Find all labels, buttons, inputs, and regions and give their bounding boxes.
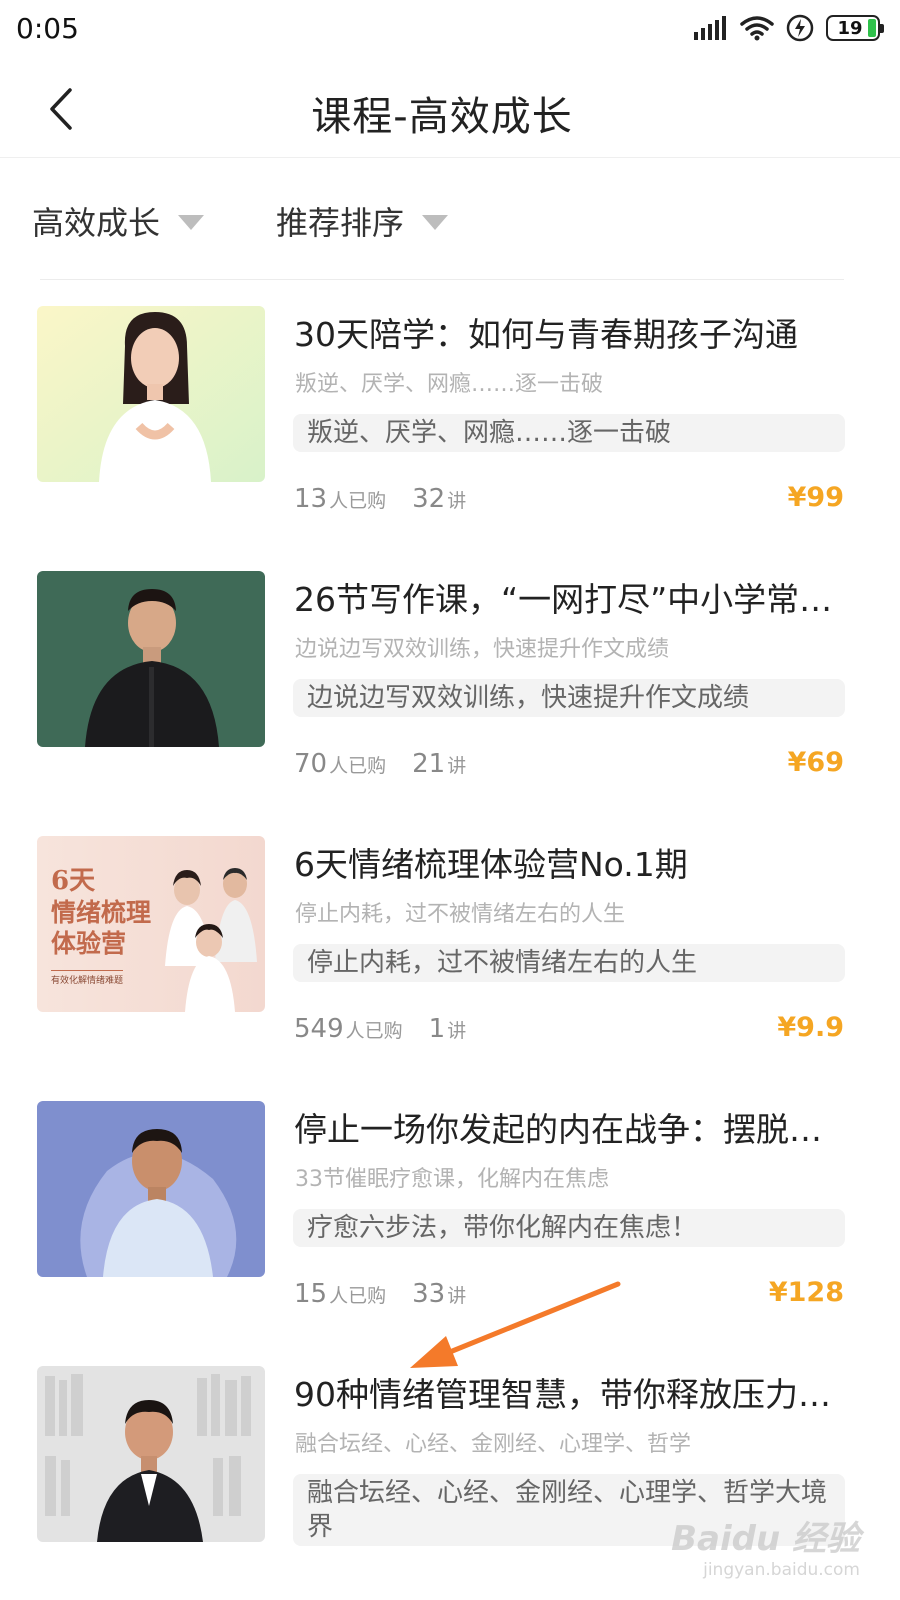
course-thumbnail bbox=[37, 571, 265, 747]
buyers-count: 13 bbox=[294, 484, 328, 514]
dropdown-triangle-icon bbox=[178, 214, 205, 230]
course-subtitle: 33节催眠疗愈课，化解内在焦虑 bbox=[295, 1167, 609, 1192]
divider bbox=[40, 279, 844, 280]
course-card[interactable]: 30天陪学：如何与青春期孩子沟通 叛逆、厌学、网瘾……逐一击破 叛逆、厌学、网瘾… bbox=[0, 304, 900, 544]
lessons-count: 32 bbox=[412, 484, 446, 514]
buyers-label: 人已购 bbox=[345, 1020, 403, 1042]
lessons-count: 21 bbox=[412, 749, 446, 779]
lessons-label: 讲 bbox=[447, 755, 467, 777]
watermark: Baidu 经验 jingyan.baidu.com bbox=[671, 1511, 860, 1580]
course-thumbnail bbox=[37, 1101, 265, 1277]
battery-level: 19 bbox=[837, 17, 863, 39]
course-title: 6天情绪梳理体验营No.1期 bbox=[294, 845, 688, 884]
buyers-label: 人已购 bbox=[329, 755, 387, 777]
page-title: 课程-高效成长 bbox=[311, 94, 573, 140]
course-title: 30天陪学：如何与青春期孩子沟通 bbox=[294, 315, 798, 354]
status-bar: 0:05 19 bbox=[0, 0, 900, 62]
wifi-icon bbox=[740, 16, 774, 41]
charging-icon bbox=[786, 14, 814, 42]
course-title: 26节写作课，“一网打尽”中小学常… bbox=[294, 580, 833, 619]
filter-bar: 高效成长 推荐排序 bbox=[0, 160, 900, 280]
course-card[interactable]: 26节写作课，“一网打尽”中小学常… 边说边写双效训练，快速提升作文成绩 边说边… bbox=[0, 569, 900, 809]
course-tag: 边说边写双效训练，快速提升作文成绩 bbox=[293, 679, 845, 717]
annotation-arrow-icon bbox=[410, 1281, 621, 1368]
buyers-count: 15 bbox=[294, 1279, 328, 1309]
course-tag: 停止内耗，过不被情绪左右的人生 bbox=[293, 944, 845, 982]
lessons-count: 1 bbox=[428, 1014, 446, 1044]
course-meta: 70 人已购 21 讲 bbox=[294, 749, 466, 779]
course-price: ¥128 bbox=[768, 1277, 844, 1308]
course-tag: 疗愈六步法，带你化解内在焦虑！ bbox=[293, 1209, 845, 1247]
course-tag: 叛逆、厌学、网瘾……逐一击破 bbox=[293, 414, 845, 452]
status-icons: 19 bbox=[694, 14, 884, 42]
buyers-label: 人已购 bbox=[329, 1285, 387, 1307]
nav-bar: 课程-高效成长 bbox=[0, 62, 900, 158]
buyers-label: 人已购 bbox=[329, 490, 387, 512]
course-subtitle: 停止内耗，过不被情绪左右的人生 bbox=[295, 902, 626, 927]
watermark-url: jingyan.baidu.com bbox=[703, 1560, 860, 1580]
poster-caption: 有效化解情绪难题 bbox=[51, 970, 124, 986]
sort-filter-label: 推荐排序 bbox=[276, 204, 405, 242]
buyers-count: 70 bbox=[294, 749, 328, 779]
buyers-count: 549 bbox=[294, 1014, 344, 1044]
course-thumbnail bbox=[37, 306, 265, 482]
course-subtitle: 融合坛经、心经、金刚经、心理学、哲学 bbox=[295, 1432, 692, 1457]
course-thumbnail bbox=[37, 1366, 265, 1542]
lessons-label: 讲 bbox=[447, 490, 467, 512]
course-subtitle: 边说边写双效训练，快速提升作文成绩 bbox=[295, 637, 670, 662]
watermark-brand: Baidu 经验 bbox=[671, 1519, 860, 1559]
course-meta: 549 人已购 1 讲 bbox=[294, 1014, 466, 1044]
course-meta: 13 人已购 32 讲 bbox=[294, 484, 466, 514]
course-thumbnail: 6天 情绪梳理 体验营 有效化解情绪难题 bbox=[37, 836, 265, 1012]
course-price: ¥69 bbox=[787, 747, 844, 778]
course-price: ¥99 bbox=[787, 482, 844, 513]
course-subtitle: 叛逆、厌学、网瘾……逐一击破 bbox=[295, 372, 604, 397]
category-filter[interactable]: 高效成长 bbox=[32, 198, 205, 244]
poster-text: 6天 情绪梳理 体验营 bbox=[51, 866, 152, 958]
lessons-label: 讲 bbox=[447, 1020, 467, 1042]
course-title: 停止一场你发起的内在战争：摆脱… bbox=[294, 1110, 822, 1149]
dropdown-triangle-icon bbox=[422, 214, 449, 230]
course-card[interactable]: 6天 情绪梳理 体验营 有效化解情绪难题 6天情绪梳理体验营No.1期 停止内耗… bbox=[0, 834, 900, 1074]
status-time: 0:05 bbox=[16, 12, 79, 45]
course-price: ¥9.9 bbox=[777, 1012, 844, 1043]
sort-filter[interactable]: 推荐排序 bbox=[276, 198, 449, 244]
battery-icon: 19 bbox=[826, 15, 884, 41]
signal-icon bbox=[694, 16, 726, 40]
category-filter-label: 高效成长 bbox=[32, 204, 161, 242]
